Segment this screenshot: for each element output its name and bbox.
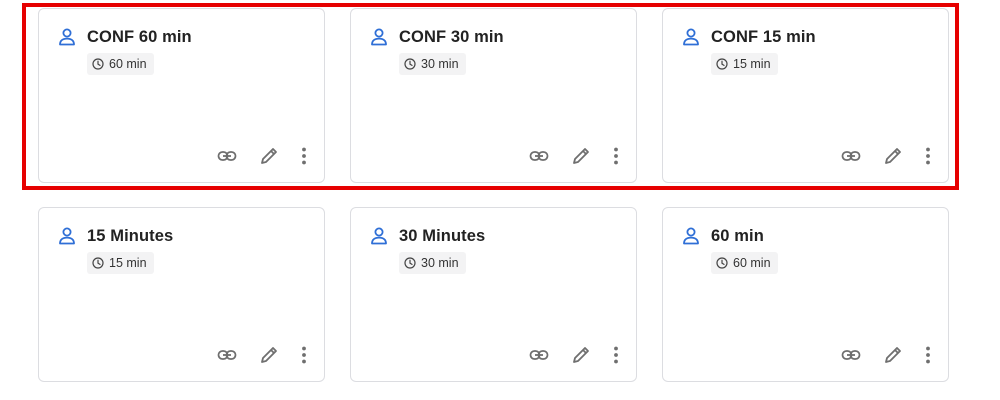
event-type-card[interactable]: 30 Minutes 30 min <box>350 207 637 382</box>
duration-badge: 15 min <box>711 53 778 75</box>
more-vertical-icon[interactable] <box>923 145 933 167</box>
event-title[interactable]: CONF 15 min <box>711 28 816 47</box>
event-title[interactable]: 60 min <box>711 227 764 246</box>
edit-icon[interactable] <box>258 145 280 167</box>
event-type-card[interactable]: CONF 60 min 60 min <box>38 8 325 183</box>
clock-icon <box>716 58 728 70</box>
more-vertical-icon[interactable] <box>611 344 621 366</box>
card-header: 15 Minutes <box>57 226 173 246</box>
user-icon <box>57 27 77 47</box>
card-actions <box>840 344 933 366</box>
event-type-card[interactable]: 60 min 60 min <box>662 207 949 382</box>
duration-label: 30 min <box>421 256 459 270</box>
event-type-card[interactable]: CONF 30 min 30 min <box>350 8 637 183</box>
more-vertical-icon[interactable] <box>299 145 309 167</box>
more-vertical-icon[interactable] <box>611 145 621 167</box>
edit-icon[interactable] <box>882 145 904 167</box>
edit-icon[interactable] <box>258 344 280 366</box>
more-vertical-icon[interactable] <box>923 344 933 366</box>
event-title[interactable]: 30 Minutes <box>399 227 485 246</box>
duration-badge: 60 min <box>711 252 778 274</box>
event-title[interactable]: 15 Minutes <box>87 227 173 246</box>
clock-icon <box>92 257 104 269</box>
link-icon[interactable] <box>528 344 550 366</box>
user-icon <box>681 226 701 246</box>
link-icon[interactable] <box>216 145 238 167</box>
card-header: CONF 30 min <box>369 27 504 47</box>
clock-icon <box>404 257 416 269</box>
clock-icon <box>716 257 728 269</box>
duration-label: 15 min <box>109 256 147 270</box>
duration-label: 15 min <box>733 57 771 71</box>
edit-icon[interactable] <box>882 344 904 366</box>
user-icon <box>681 27 701 47</box>
user-icon <box>369 226 389 246</box>
event-title[interactable]: CONF 60 min <box>87 28 192 47</box>
duration-badge: 30 min <box>399 252 466 274</box>
duration-badge: 15 min <box>87 252 154 274</box>
card-header: CONF 15 min <box>681 27 816 47</box>
link-icon[interactable] <box>840 145 862 167</box>
duration-label: 60 min <box>733 256 771 270</box>
duration-label: 30 min <box>421 57 459 71</box>
clock-icon <box>404 58 416 70</box>
duration-badge: 30 min <box>399 53 466 75</box>
clock-icon <box>92 58 104 70</box>
card-actions <box>840 145 933 167</box>
more-vertical-icon[interactable] <box>299 344 309 366</box>
link-icon[interactable] <box>840 344 862 366</box>
link-icon[interactable] <box>528 145 550 167</box>
event-type-card[interactable]: CONF 15 min 15 min <box>662 8 949 183</box>
edit-icon[interactable] <box>570 344 592 366</box>
event-type-card[interactable]: 15 Minutes 15 min <box>38 207 325 382</box>
duration-badge: 60 min <box>87 53 154 75</box>
card-actions <box>216 145 309 167</box>
card-header: 30 Minutes <box>369 226 485 246</box>
edit-icon[interactable] <box>570 145 592 167</box>
user-icon <box>57 226 77 246</box>
duration-label: 60 min <box>109 57 147 71</box>
event-title[interactable]: CONF 30 min <box>399 28 504 47</box>
link-icon[interactable] <box>216 344 238 366</box>
user-icon <box>369 27 389 47</box>
card-header: CONF 60 min <box>57 27 192 47</box>
card-actions <box>216 344 309 366</box>
card-header: 60 min <box>681 226 764 246</box>
card-actions <box>528 344 621 366</box>
card-actions <box>528 145 621 167</box>
event-types-grid: CONF 60 min 60 min CONF 30 min 30 min CO… <box>0 0 1000 400</box>
